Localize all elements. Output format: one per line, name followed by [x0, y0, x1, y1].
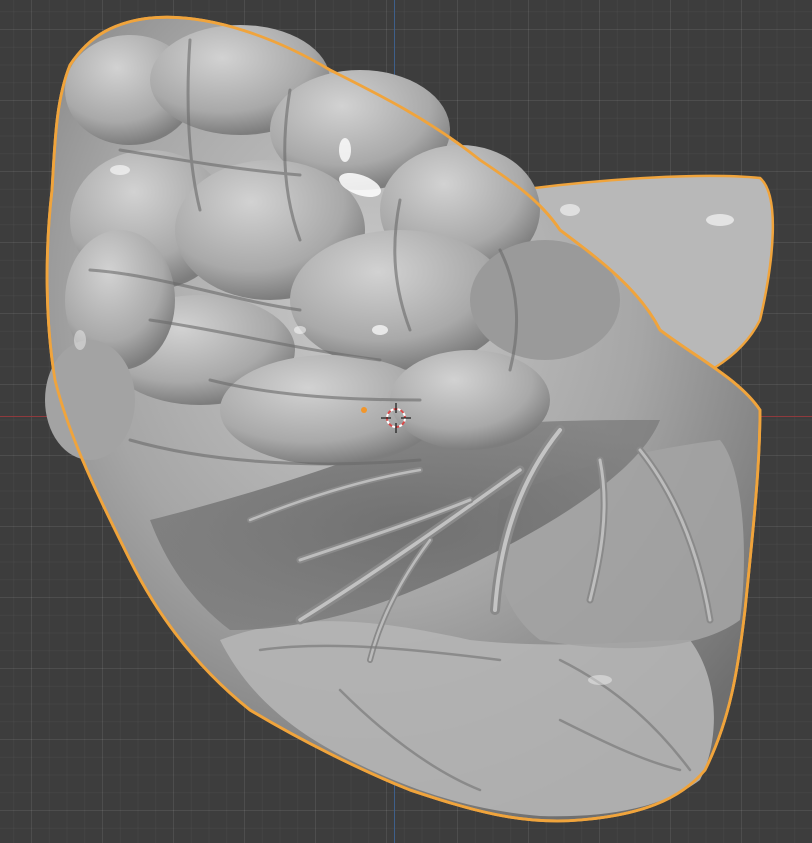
3d-viewport[interactable] — [0, 0, 812, 843]
object-origin — [361, 407, 367, 413]
heart-mesh-object[interactable] — [0, 0, 812, 843]
lower-ventricle — [220, 621, 714, 817]
upper-lobes — [45, 25, 620, 465]
